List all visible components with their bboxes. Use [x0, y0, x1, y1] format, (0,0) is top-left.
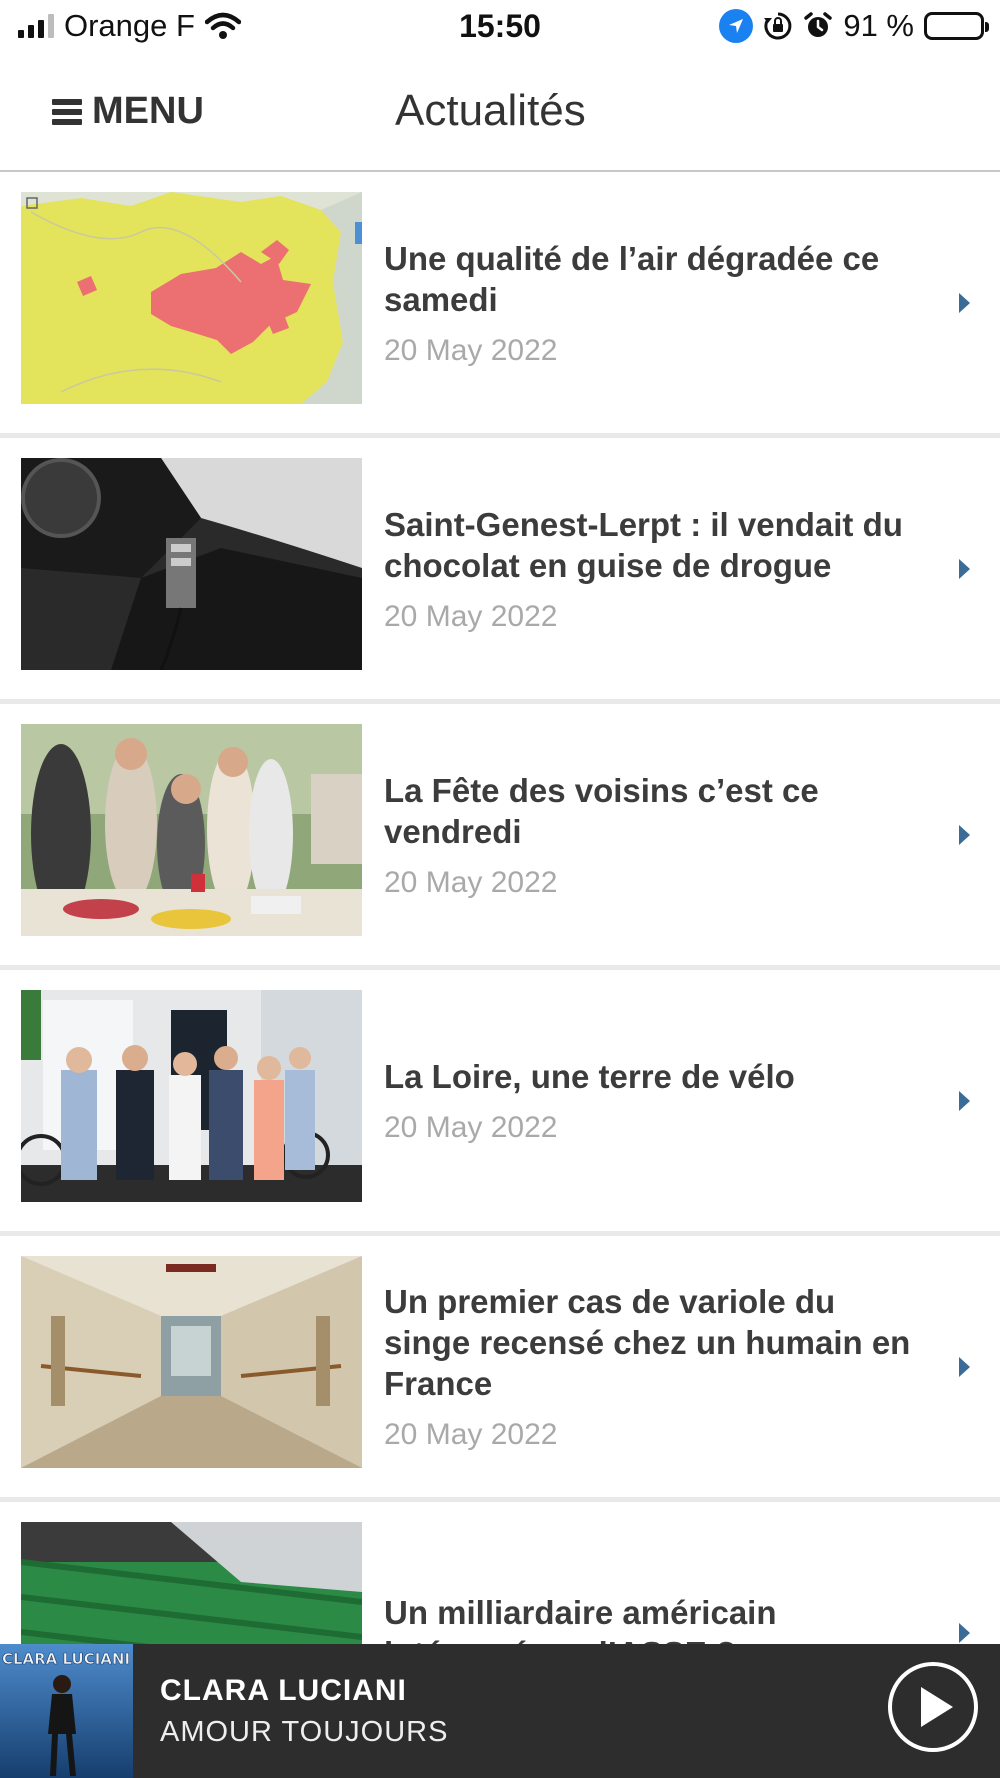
article-item[interactable]: Saint-Genest-Lerpt : il vendait du choco… [0, 438, 1000, 704]
article-title: La Fête des voisins c’est ce vendredi [384, 771, 819, 850]
article-item[interactable]: Une qualité de l’air dégradée ce samedi … [0, 172, 1000, 438]
album-cover-lettering: CLARA LUCIANI [2, 1650, 130, 1668]
album-cover-art: CLARA LUCIANI [0, 1644, 133, 1778]
article-item[interactable]: La Fête des voisins c’est ce vendredi 20… [0, 704, 1000, 970]
article-text: La Loire, une terre de vélo 20 May 2022 [384, 970, 920, 1231]
article-date: 20 May 2022 [384, 1111, 558, 1144]
app-header: MENU Actualités [0, 56, 1000, 172]
menu-button[interactable]: MENU [52, 90, 204, 133]
status-right: 91 % [719, 8, 989, 44]
article-thumbnail-air-quality-map [21, 192, 362, 404]
chevron-right-icon [959, 824, 970, 845]
hamburger-icon [52, 98, 82, 125]
chevron-right-icon [959, 292, 970, 313]
chevron-right-icon [959, 1356, 970, 1377]
play-icon [921, 1687, 953, 1727]
chevron-right-icon [959, 558, 970, 579]
article-title: La Loire, une terre de vélo [384, 1058, 795, 1095]
page-title: Actualités [395, 86, 586, 135]
article-thumbnail-neighbours-party [21, 724, 362, 936]
orientation-lock-icon [764, 12, 792, 40]
article-text: Un premier cas de variole du singe recen… [384, 1236, 920, 1497]
chevron-right-icon [959, 1622, 970, 1643]
article-thumbnail-police-car-interior [21, 458, 362, 670]
article-title: Une qualité de l’air dégradée ce samedi [384, 239, 880, 318]
chevron-right-icon [959, 1090, 970, 1111]
now-playing-bar[interactable]: CLARA LUCIANI CLARA LUCIANI AMOUR TOUJOU… [0, 1644, 1000, 1778]
alarm-icon [804, 12, 833, 37]
article-thumbnail-hospital-corridor [21, 1256, 362, 1468]
location-icon [719, 9, 754, 43]
status-bar: Orange F 15:50 91 % [0, 0, 1000, 56]
album-cover: CLARA LUCIANI [0, 1644, 133, 1778]
article-date: 20 May 2022 [384, 599, 558, 633]
article-date: 20 May 2022 [384, 333, 558, 367]
play-button[interactable] [888, 1662, 978, 1752]
article-date: 20 May 2022 [384, 1418, 558, 1451]
now-playing-artist: CLARA LUCIANI [160, 1674, 407, 1707]
article-list: Une qualité de l’air dégradée ce samedi … [0, 172, 1000, 1768]
article-text: Saint-Genest-Lerpt : il vendait du choco… [384, 438, 920, 699]
article-item[interactable]: La Loire, une terre de vélo 20 May 2022 [0, 970, 1000, 1236]
article-title: Saint-Genest-Lerpt : il vendait du choco… [384, 505, 903, 584]
article-thumbnail-group-photo-bikes [21, 990, 362, 1202]
menu-label: MENU [92, 90, 204, 132]
battery-percent: 91 % [843, 8, 914, 43]
article-text: La Fête des voisins c’est ce vendredi 20… [384, 704, 920, 965]
article-item[interactable]: Un premier cas de variole du singe recen… [0, 1236, 1000, 1502]
article-date: 20 May 2022 [384, 865, 558, 899]
now-playing-track: AMOUR TOUJOURS [160, 1716, 449, 1748]
article-title: Un premier cas de variole du singe recen… [384, 1283, 911, 1402]
battery-icon [924, 12, 989, 40]
article-text: Une qualité de l’air dégradée ce samedi … [384, 172, 920, 433]
